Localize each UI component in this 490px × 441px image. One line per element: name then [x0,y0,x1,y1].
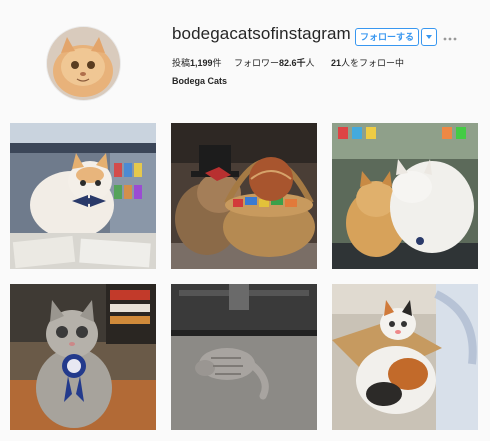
posts-count: 1,199 [190,58,213,68]
post-image [332,123,478,269]
chevron-down-icon [426,35,432,39]
post-thumbnail[interactable] [10,284,156,430]
profile-header: bodegacatsofinstagram フォローする 投稿1,199件 フォ… [0,0,490,115]
followers-stat[interactable]: フォロワー82.6千人 [234,56,315,69]
post-image [171,123,317,269]
post-image [10,284,156,430]
suggestions-dropdown-button[interactable] [421,28,437,46]
followers-label: フォロワー [234,58,280,68]
follow-button[interactable]: フォローする [355,28,419,46]
followers-unit: 人 [305,58,315,68]
more-options-button[interactable] [442,31,458,41]
profile-avatar[interactable] [47,27,120,100]
post-thumbnail[interactable] [332,284,478,430]
post-image [332,284,478,430]
post-thumbnail[interactable] [10,123,156,269]
followers-count: 82.6千 [279,58,306,68]
post-image [171,284,317,430]
post-thumbnail[interactable] [171,284,317,430]
post-thumbnail[interactable] [171,123,317,269]
post-grid [10,123,480,433]
post-image [10,123,156,269]
profile-full-name: Bodega Cats [172,76,228,86]
more-options-icon [443,37,457,41]
posts-unit: 件 [212,58,222,68]
posts-stat: 投稿1,199件 [172,56,222,69]
following-label: 人をフォロー中 [341,58,405,68]
following-count: 21 [331,58,342,68]
post-thumbnail[interactable] [332,123,478,269]
profile-username: bodegacatsofinstagram [172,24,351,43]
posts-label: 投稿 [172,58,191,68]
following-stat[interactable]: 21人をフォロー中 [331,56,404,69]
